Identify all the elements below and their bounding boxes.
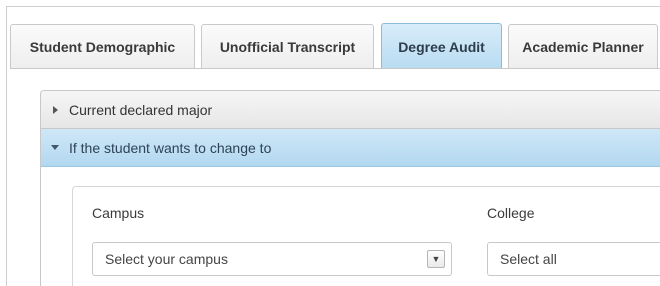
change-form: Campus Select your campus ▼ College Sele…	[72, 186, 660, 286]
degree-audit-panel: Current declared major If the student wa…	[40, 90, 660, 286]
accordion-body: Campus Select your campus ▼ College Sele…	[41, 167, 660, 286]
campus-label: Campus	[92, 205, 145, 221]
caret-down-icon	[41, 145, 69, 150]
tab-degree-audit[interactable]: Degree Audit	[381, 23, 502, 69]
campus-select[interactable]: Select your campus ▼	[92, 242, 452, 276]
tab-student-demographic[interactable]: Student Demographic	[10, 24, 195, 68]
tab-label: Degree Audit	[398, 38, 485, 55]
tab-divider	[10, 68, 660, 69]
tab-label: Unofficial Transcript	[219, 38, 356, 55]
college-select[interactable]: Select all	[487, 242, 660, 276]
accordion-title: If the student wants to change to	[69, 139, 272, 156]
campus-select-value: Select your campus	[105, 251, 228, 267]
accordion-change-to[interactable]: If the student wants to change to	[41, 129, 660, 167]
college-select-value: Select all	[500, 251, 557, 267]
tab-bar: Student Demographic Unofficial Transcrip…	[10, 18, 660, 69]
accordion-title: Current declared major	[69, 101, 213, 118]
tab-unofficial-transcript[interactable]: Unofficial Transcript	[201, 24, 374, 68]
college-label: College	[487, 205, 535, 221]
tab-label: Academic Planner	[522, 38, 644, 55]
accordion-current-major[interactable]: Current declared major	[41, 91, 660, 129]
chevron-down-icon[interactable]: ▼	[427, 250, 445, 268]
tab-academic-planner[interactable]: Academic Planner	[508, 24, 658, 68]
tab-label: Student Demographic	[29, 38, 176, 55]
caret-right-icon	[41, 105, 69, 114]
